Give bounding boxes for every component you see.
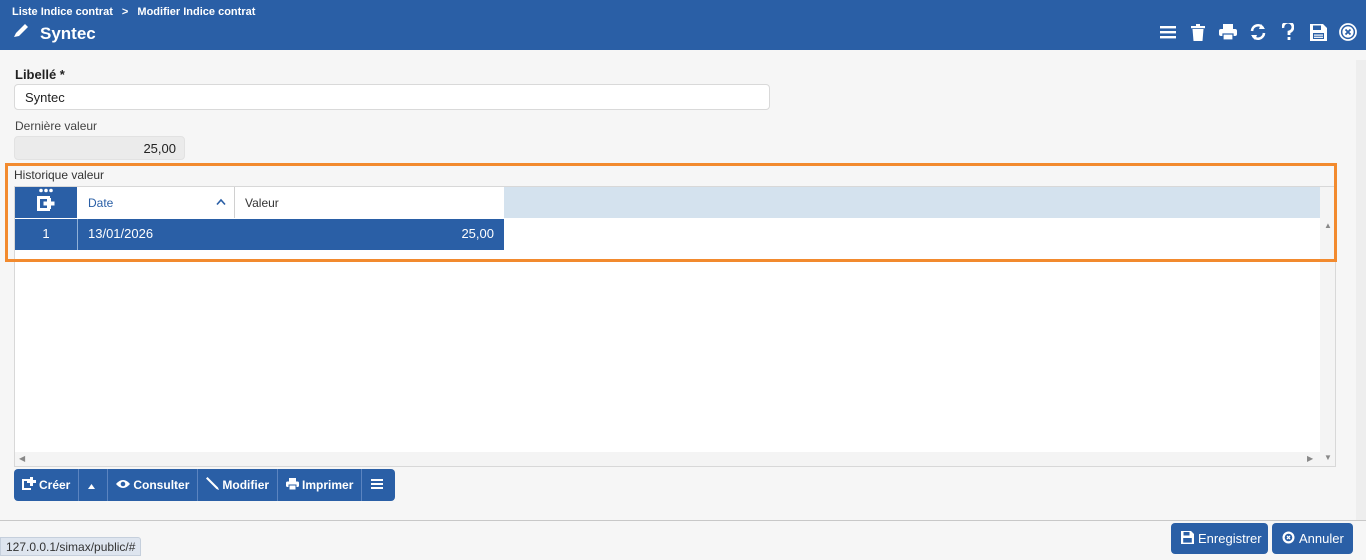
grid-header: Date Valeur — [15, 187, 1321, 218]
consulter-label: Consulter — [133, 478, 190, 492]
close-circle-icon — [1282, 531, 1299, 547]
refresh-icon[interactable] — [1248, 22, 1268, 42]
modifier-button[interactable]: Modifier — [198, 469, 279, 501]
breadcrumb-current: Modifier Indice contrat — [137, 6, 256, 18]
breadcrumb-link-liste[interactable]: Liste Indice contrat — [12, 6, 113, 18]
consulter-button[interactable]: Consulter — [108, 469, 199, 501]
close-circle-icon[interactable] — [1338, 22, 1358, 42]
breadcrumb: Liste Indice contrat > Modifier Indice c… — [12, 6, 261, 18]
menu-icon — [371, 478, 386, 492]
derniere-valeur-field — [14, 136, 185, 160]
save-icon[interactable] — [1308, 22, 1328, 42]
column-header-valeur-label: Valeur — [245, 196, 279, 210]
row-date: 13/01/2026 — [88, 226, 154, 241]
creer-dropdown-button[interactable] — [79, 469, 109, 501]
page-vertical-scrollbar[interactable] — [1356, 60, 1366, 520]
help-icon[interactable] — [1278, 22, 1298, 42]
scroll-down-arrow-icon[interactable]: ▼ — [1324, 453, 1332, 462]
historique-label: Historique valeur — [14, 168, 105, 182]
add-row-button[interactable] — [15, 187, 78, 218]
row-valeur: 25,00 — [461, 226, 494, 241]
derniere-valeur-label: Dernière valeur — [15, 119, 98, 133]
imprimer-button[interactable]: Imprimer — [278, 469, 363, 501]
enregistrer-label: Enregistrer — [1198, 531, 1262, 546]
column-header-date-label: Date — [88, 196, 114, 210]
status-url: 127.0.0.1/simax/public/# — [0, 537, 142, 556]
imprimer-label: Imprimer — [302, 478, 354, 492]
enregistrer-button[interactable]: Enregistrer — [1171, 523, 1268, 554]
scroll-left-arrow-icon[interactable]: ◀ — [19, 454, 25, 463]
print-icon[interactable] — [1218, 22, 1238, 42]
annuler-label: Annuler — [1299, 531, 1344, 546]
header-toolbar — [1158, 22, 1358, 42]
creer-label: Créer — [39, 478, 71, 492]
pencil-icon — [12, 22, 30, 45]
add-icon — [36, 188, 56, 217]
scroll-right-arrow-icon[interactable]: ▶ — [1307, 454, 1313, 463]
menu-icon[interactable] — [1158, 22, 1178, 42]
modifier-label: Modifier — [222, 478, 270, 492]
grid-action-bar: Créer Consulter Modifier Imprimer — [14, 469, 396, 501]
sort-ascending-icon[interactable] — [216, 195, 226, 209]
eye-icon — [116, 478, 133, 492]
historique-grid: Date Valeur 1 13/01/2026 25,00 ▲ ▼ ◀ ▶ — [14, 186, 1336, 467]
grid-vertical-scrollbar[interactable]: ▲ ▼ — [1320, 187, 1335, 466]
footer-divider — [0, 520, 1366, 521]
libelle-label: Libellé * — [15, 67, 65, 82]
table-row[interactable]: 1 13/01/2026 25,00 — [15, 219, 504, 250]
annuler-button[interactable]: Annuler — [1272, 523, 1353, 554]
caret-up-icon — [88, 478, 98, 492]
add-icon — [22, 477, 39, 493]
row-number: 1 — [15, 219, 78, 250]
page-header: Liste Indice contrat > Modifier Indice c… — [0, 0, 1366, 50]
page-title: Syntec — [40, 23, 96, 43]
libelle-input[interactable] — [14, 84, 770, 110]
creer-button[interactable]: Créer — [14, 469, 80, 501]
column-header-valeur[interactable]: Valeur — [235, 187, 504, 218]
print-icon — [286, 477, 302, 493]
more-actions-button[interactable] — [362, 469, 395, 501]
save-icon — [1181, 530, 1198, 547]
column-header-date[interactable]: Date — [78, 187, 235, 218]
breadcrumb-separator: > — [121, 6, 129, 18]
scroll-up-arrow-icon[interactable]: ▲ — [1324, 221, 1332, 230]
grid-horizontal-scrollbar[interactable]: ◀ ▶ — [15, 452, 1321, 466]
pencil-icon — [206, 477, 222, 493]
trash-icon[interactable] — [1188, 22, 1208, 42]
